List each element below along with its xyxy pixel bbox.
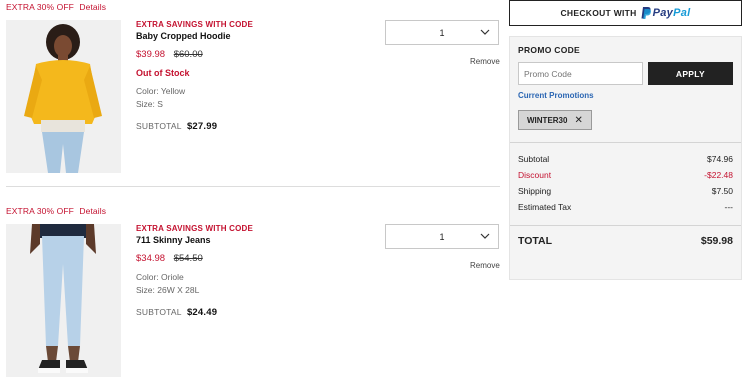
promo-code-row: APPLY bbox=[518, 62, 733, 85]
product-name[interactable]: 711 Skinny Jeans bbox=[136, 235, 366, 245]
product-attributes: Color: Yellow Size: S bbox=[136, 85, 366, 111]
chevron-down-icon bbox=[480, 29, 490, 35]
summary-value: -$22.48 bbox=[704, 170, 733, 180]
total-value: $59.98 bbox=[700, 234, 733, 247]
promo-code-input[interactable] bbox=[518, 62, 643, 85]
sale-price: $39.98 bbox=[136, 49, 166, 60]
product-image-jeans[interactable] bbox=[6, 224, 121, 377]
color-attribute: Color: Yellow bbox=[136, 86, 186, 96]
subtotal-value: $24.49 bbox=[186, 307, 218, 318]
current-promotions-link[interactable]: Current Promotions bbox=[518, 91, 733, 100]
size-attribute: Size: 26W X 28L bbox=[136, 285, 200, 295]
product-info: EXTRA SAVINGS WITH CODE 711 Skinny Jeans… bbox=[136, 224, 366, 318]
original-price: $54.50 bbox=[173, 253, 203, 264]
apply-button[interactable]: APPLY bbox=[647, 62, 733, 85]
summary-value: $74.96 bbox=[707, 154, 733, 164]
promo-text: EXTRA 30% OFF bbox=[6, 206, 74, 216]
cart-item: EXTRA 30% OFF Details EXTRA SAVINGS WITH… bbox=[6, 204, 500, 377]
stock-status: Out of Stock bbox=[136, 68, 190, 78]
summary-label: Estimated Tax bbox=[518, 202, 572, 212]
close-icon[interactable]: ✕ bbox=[574, 115, 582, 126]
jeans-model-illustration bbox=[6, 224, 121, 377]
size-attribute: Size: S bbox=[136, 99, 163, 109]
extra-savings-label: EXTRA SAVINGS WITH CODE bbox=[136, 224, 254, 233]
promo-banner: EXTRA 30% OFF Details bbox=[6, 0, 500, 14]
paypal-logo: Pay Pal bbox=[641, 7, 691, 19]
applied-promo-code: WINTER30 bbox=[527, 115, 568, 125]
promo-panel: PROMO CODE APPLY Current Promotions WINT… bbox=[509, 36, 742, 280]
extra-savings-label: EXTRA SAVINGS WITH CODE bbox=[136, 20, 254, 29]
sale-price: $34.98 bbox=[136, 253, 166, 264]
color-attribute: Color: Oriole bbox=[136, 272, 184, 282]
summary-row-tax: Estimated Tax --- bbox=[518, 199, 733, 215]
quantity-select[interactable]: 1 bbox=[385, 20, 499, 45]
quantity-value: 1 bbox=[439, 231, 445, 242]
summary-value: --- bbox=[724, 202, 734, 212]
quantity-select[interactable]: 1 bbox=[385, 224, 499, 249]
cart-item: EXTRA 30% OFF Details EXTRA SAVINGS WITH… bbox=[6, 0, 500, 173]
order-summary-sidebar: CHECKOUT WITH PayPal PROMO CODE APPLY Cu… bbox=[509, 0, 742, 280]
item-subtotal: SUBTOTAL $27.99 bbox=[136, 121, 366, 132]
details-link[interactable]: Details bbox=[79, 2, 106, 12]
promo-text: EXTRA 30% OFF bbox=[6, 2, 74, 12]
hoodie-model-illustration bbox=[6, 20, 121, 173]
summary-label: Subtotal bbox=[518, 154, 550, 164]
checkout-paypal-button[interactable]: CHECKOUT WITH Pay Pal bbox=[509, 0, 742, 26]
product-attributes: Color: Oriole Size: 26W X 28L bbox=[136, 271, 366, 297]
summary-row-subtotal: Subtotal $74.96 bbox=[518, 151, 733, 167]
details-link[interactable]: Details bbox=[79, 206, 106, 216]
product-name[interactable]: Baby Cropped Hoodie bbox=[136, 31, 366, 41]
total-label: TOTAL bbox=[518, 234, 553, 247]
summary-row-total: TOTAL $59.98 bbox=[510, 225, 741, 255]
paypal-text-pay: Pay bbox=[652, 7, 674, 19]
summary-label: Shipping bbox=[518, 186, 552, 196]
item-subtotal: SUBTOTAL $24.49 bbox=[136, 307, 366, 318]
product-image-hoodie[interactable] bbox=[6, 20, 121, 173]
order-totals: Subtotal $74.96 Discount -$22.48 Shippin… bbox=[510, 142, 741, 255]
price-row: $39.98 $60.00 bbox=[136, 49, 366, 60]
summary-row-shipping: Shipping $7.50 bbox=[518, 183, 733, 199]
paypal-icon bbox=[641, 7, 651, 19]
checkout-with-label: CHECKOUT WITH bbox=[560, 8, 637, 18]
item-divider bbox=[6, 186, 500, 187]
promo-banner: EXTRA 30% OFF Details bbox=[6, 204, 500, 218]
summary-label: Discount bbox=[518, 170, 552, 180]
applied-promo-chip: WINTER30 ✕ bbox=[518, 110, 592, 130]
price-row: $34.98 $54.50 bbox=[136, 253, 366, 264]
quantity-value: 1 bbox=[439, 27, 445, 38]
subtotal-label: SUBTOTAL bbox=[136, 307, 182, 317]
original-price: $60.00 bbox=[173, 49, 203, 60]
chevron-down-icon bbox=[480, 233, 490, 239]
paypal-text-pal: Pal bbox=[673, 7, 691, 19]
subtotal-label: SUBTOTAL bbox=[136, 121, 182, 131]
summary-value: $7.50 bbox=[711, 186, 733, 196]
summary-row-discount: Discount -$22.48 bbox=[518, 167, 733, 183]
promo-code-title: PROMO CODE bbox=[518, 45, 581, 55]
product-info: EXTRA SAVINGS WITH CODE Baby Cropped Hoo… bbox=[136, 20, 366, 132]
remove-button[interactable]: Remove bbox=[470, 261, 500, 270]
remove-button[interactable]: Remove bbox=[470, 57, 500, 66]
subtotal-value: $27.99 bbox=[186, 121, 218, 132]
